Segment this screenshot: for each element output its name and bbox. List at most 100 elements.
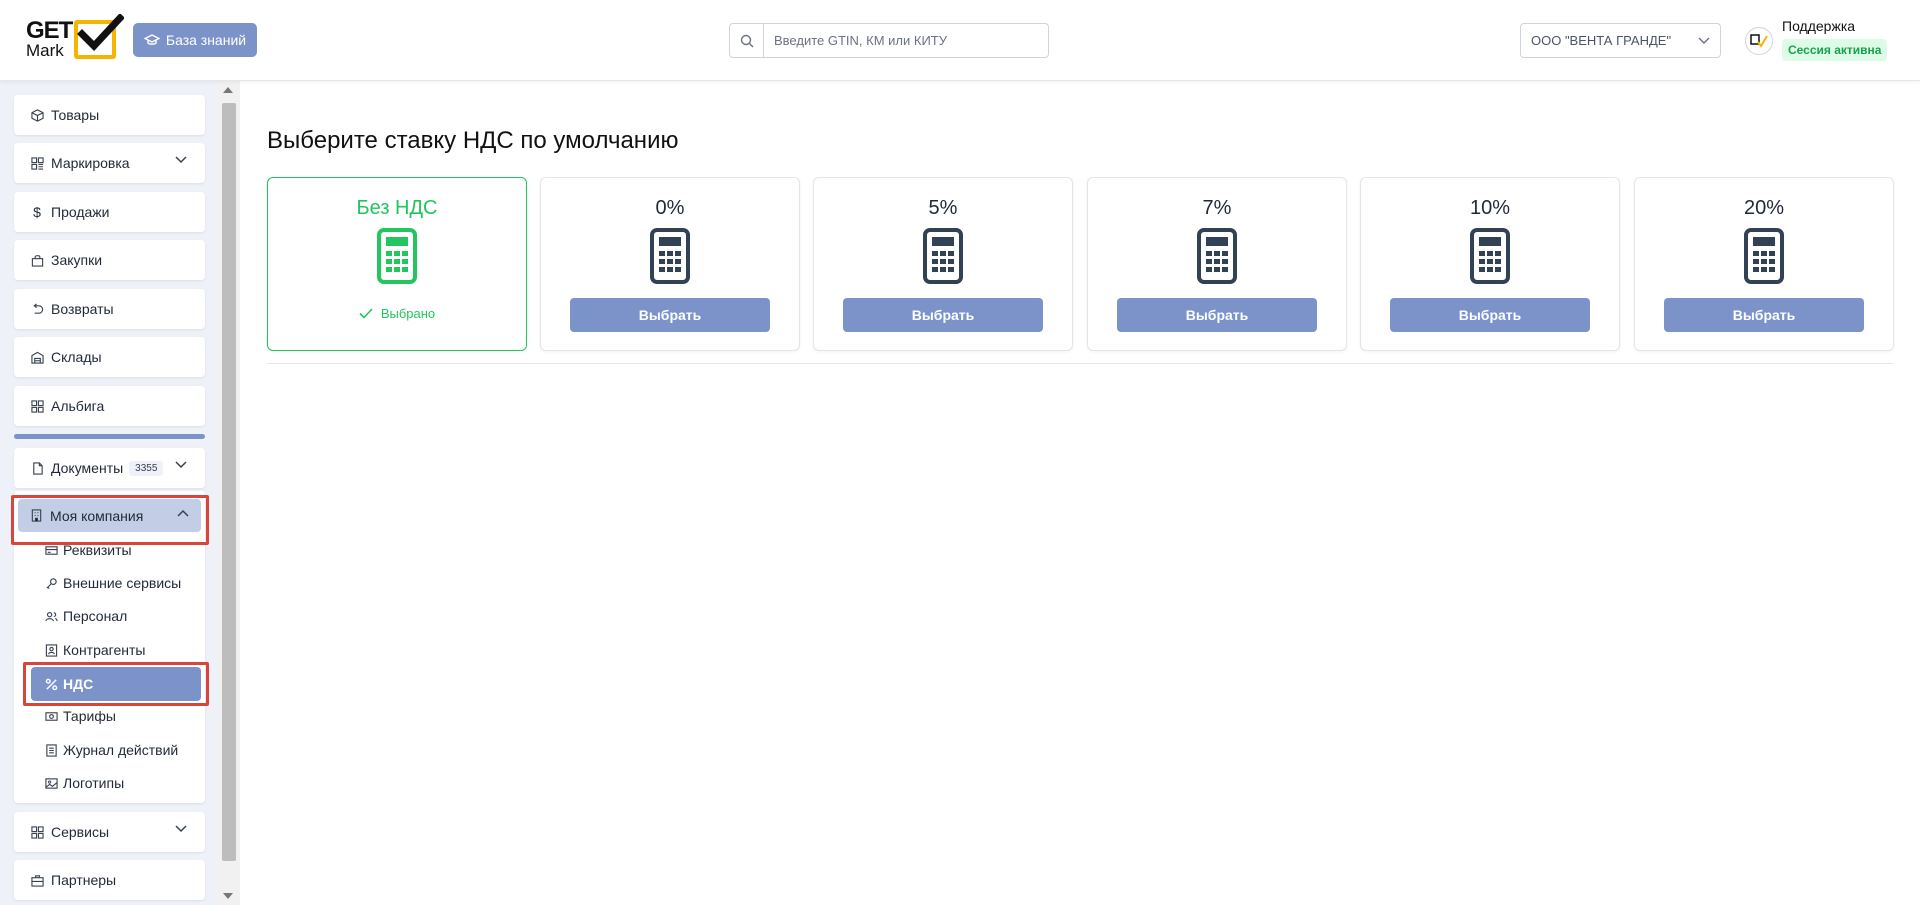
content-divider	[267, 363, 1894, 364]
page-title: Выберите ставку НДС по умолчанию	[267, 127, 679, 154]
contact-icon	[44, 643, 58, 657]
avatar-logo-icon	[1750, 34, 1768, 48]
sidebar-item-returns[interactable]: Возвраты	[14, 289, 205, 329]
dollar-icon: $	[33, 204, 41, 220]
search-input[interactable]	[764, 24, 1048, 57]
grid-icon	[30, 399, 44, 413]
sidebar-item-label: Партнеры	[51, 872, 117, 888]
sidebar-subitem-label: Внешние сервисы	[63, 575, 182, 591]
document-icon	[30, 461, 44, 475]
sidebar-item-warehouses[interactable]: Склады	[14, 337, 205, 377]
calculator-icon	[1744, 228, 1784, 284]
sidebar-item-label: Маркировка	[51, 155, 130, 171]
user-avatar[interactable]	[1745, 27, 1773, 55]
calculator-icon	[923, 228, 963, 284]
journal-icon	[44, 743, 58, 757]
warehouse-icon	[30, 350, 44, 364]
vat-rate-card-0: 0% Выбрать	[540, 177, 800, 351]
choose-button[interactable]: Выбрать	[570, 298, 770, 332]
scroll-thumb[interactable]	[222, 103, 236, 861]
sidebar-item-services[interactable]: Сервисы	[14, 812, 205, 852]
logo-text-mark: Mark	[26, 41, 64, 60]
logo-check-icon	[77, 14, 124, 52]
vat-rate-card-7: 7% Выбрать	[1087, 177, 1347, 351]
getmark-logo[interactable]: GET Mark	[26, 14, 124, 62]
vat-rate-label: 5%	[928, 197, 958, 219]
sidebar-item-label: Сервисы	[51, 824, 110, 840]
sidebar-subitem-label: Логотипы	[63, 775, 125, 791]
choose-button[interactable]: Выбрать	[1390, 298, 1590, 332]
briefcase-icon	[30, 873, 44, 887]
vat-rate-label: 0%	[655, 197, 685, 219]
sidebar-divider	[14, 434, 205, 439]
search-icon[interactable]	[730, 24, 764, 57]
sidebar-subitem-external-services[interactable]: Внешние сервисы	[44, 573, 181, 593]
search-box[interactable]	[729, 23, 1049, 58]
chevron-down-icon	[1698, 37, 1710, 44]
vat-rate-label: Без НДС	[356, 197, 438, 219]
vat-rate-card-20: 20% Выбрать	[1634, 177, 1894, 351]
undo-icon	[30, 302, 44, 316]
sidebar-subitem-logos[interactable]: Логотипы	[44, 773, 124, 793]
sidebar-subitem-label: Тарифы	[63, 708, 116, 724]
session-status-badge: Сессия активна	[1782, 39, 1888, 61]
support-link[interactable]: Поддержка	[1782, 18, 1855, 34]
grid-icon	[30, 156, 44, 170]
calculator-icon	[1197, 228, 1237, 284]
chevron-down-icon[interactable]	[175, 825, 187, 833]
sidebar-scrollbar[interactable]	[218, 81, 240, 905]
choose-button[interactable]: Выбрать	[1117, 298, 1317, 332]
knowledge-base-button[interactable]: База знаний	[133, 23, 257, 57]
vat-rate-label: 20%	[1743, 197, 1785, 219]
cash-icon	[44, 709, 58, 723]
documents-count-badge: 3355	[129, 460, 164, 476]
sidebar-subitem-label: Контрагенты	[63, 642, 146, 658]
sidebar-item-label: Продажи	[51, 204, 110, 220]
vat-rate-label: 10%	[1469, 197, 1511, 219]
choose-button[interactable]: Выбрать	[843, 298, 1043, 332]
sidebar-item-goods[interactable]: Товары	[14, 95, 205, 135]
company-select[interactable]: ООО "ВЕНТА ГРАНДЕ"	[1520, 23, 1721, 58]
vat-rate-card-none[interactable]: Без НДС Выбрано	[267, 177, 527, 351]
sidebar-item-marking[interactable]: Маркировка	[14, 143, 205, 183]
bag-icon	[30, 253, 44, 267]
check-icon	[359, 308, 373, 319]
vat-rate-card-10: 10% Выбрать	[1360, 177, 1620, 351]
vat-rate-label: 7%	[1202, 197, 1232, 219]
sidebar-item-sales[interactable]: $ Продажи	[14, 192, 205, 232]
sidebar-subitem-action-log[interactable]: Журнал действий	[44, 740, 178, 760]
choose-button[interactable]: Выбрать	[1664, 298, 1864, 332]
box-icon	[30, 108, 44, 122]
company-select-value: ООО "ВЕНТА ГРАНДЕ"	[1531, 33, 1672, 48]
selected-status-label: Выбрано	[380, 306, 436, 321]
calculator-icon	[377, 228, 417, 284]
key-icon	[44, 576, 58, 590]
scroll-down-arrow-icon[interactable]	[223, 893, 233, 899]
knowledge-base-label: База знаний	[165, 32, 247, 48]
top-header: GET Mark База знаний ООО "ВЕНТА ГРАНДЕ" …	[0, 0, 1920, 81]
grid-icon	[30, 825, 44, 839]
sidebar-item-label: Документы	[51, 460, 124, 476]
image-icon	[44, 776, 58, 790]
sidebar-item-documents[interactable]: Документы 3355	[14, 448, 205, 488]
selected-status: Выбрано	[268, 306, 526, 321]
sidebar-item-partners[interactable]: Партнеры	[14, 860, 205, 900]
sidebar-subitem-label: Журнал действий	[63, 742, 179, 758]
sidebar-item-purchases[interactable]: Закупки	[14, 240, 205, 280]
sidebar-subitem-label: Персонал	[63, 608, 128, 624]
chevron-down-icon[interactable]	[175, 156, 187, 164]
calculator-icon	[650, 228, 690, 284]
graduation-cap-icon	[143, 34, 160, 45]
sidebar-item-label: Товары	[51, 107, 100, 123]
sidebar-subitem-counterparties[interactable]: Контрагенты	[44, 640, 145, 660]
sidebar-item-label: Альбига	[51, 398, 105, 414]
chevron-down-icon[interactable]	[175, 461, 187, 469]
sidebar-item-label: Закупки	[51, 252, 103, 268]
card-icon	[44, 543, 58, 557]
sidebar-subitem-tariffs[interactable]: Тарифы	[44, 706, 116, 726]
sidebar-item-albiga[interactable]: Альбига	[14, 386, 205, 426]
calculator-icon	[1470, 228, 1510, 284]
sidebar-subitem-staff[interactable]: Персонал	[44, 606, 127, 626]
users-icon	[44, 609, 58, 623]
scroll-up-arrow-icon[interactable]	[223, 87, 233, 93]
